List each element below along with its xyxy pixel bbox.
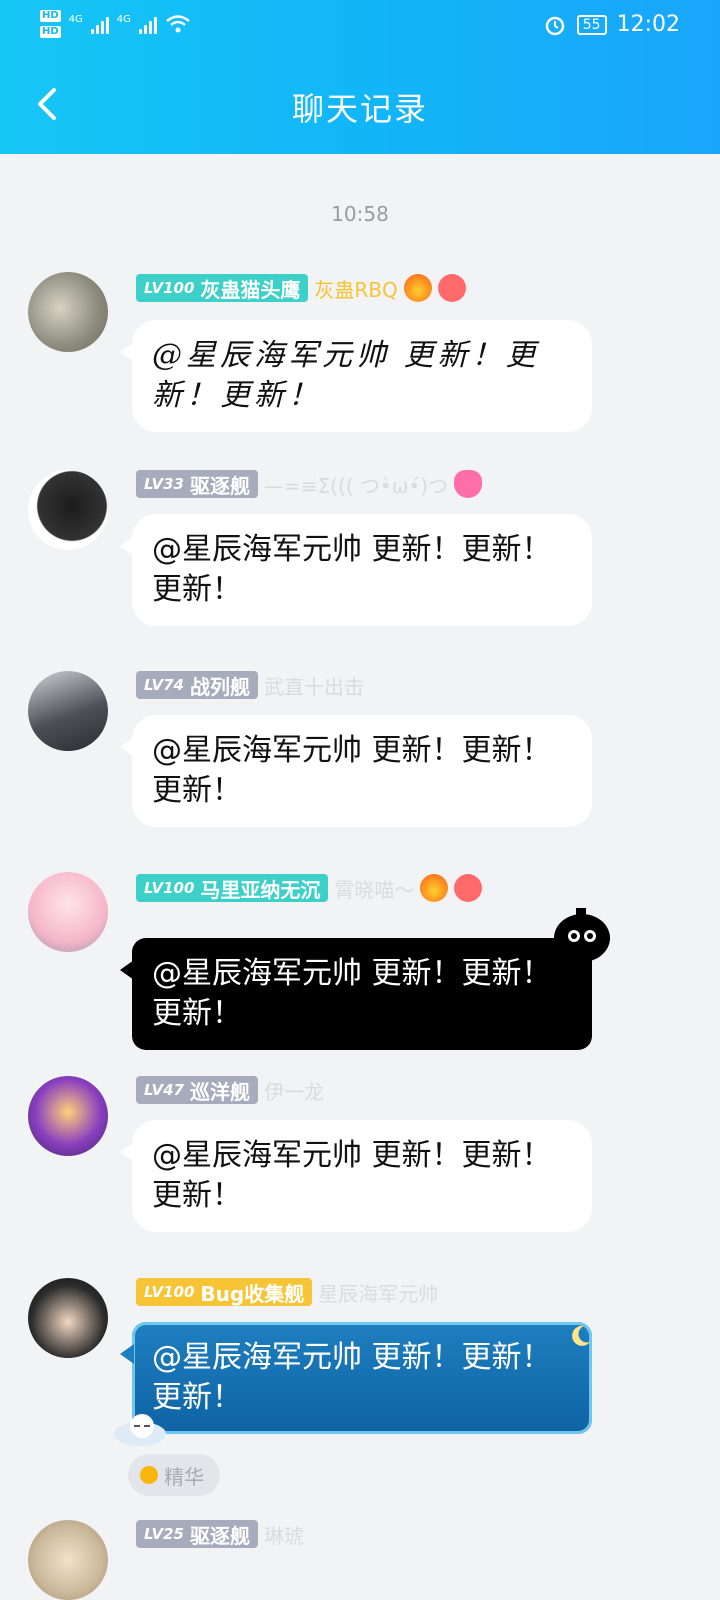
fire-icon [403,274,432,302]
level-badge[interactable]: LV74 战列舰 [136,671,258,699]
avatar[interactable] [28,272,108,352]
member-title: 武直十出击 [263,674,364,699]
avatar[interactable] [28,470,108,550]
level-label: LV47 [144,1081,184,1099]
gem-icon [140,1466,158,1484]
avatar[interactable] [28,1076,108,1156]
message-bubble[interactable]: @星辰海军元帅 更新！更新！更新！ [120,938,592,1050]
moon-icon [572,1325,590,1346]
message-bubble[interactable]: @星辰海军元帅 更新！更新！更新！ [120,514,592,626]
sender-meta: LV100 灰蛊猫头鹰 灰蛊RBQ [136,274,466,302]
battery-icon: 55 [576,14,607,35]
message-bubble[interactable]: @星辰海军元帅 更新！更新！更新！ [120,715,592,827]
avatar[interactable] [28,1278,108,1358]
level-label: LV100 [144,1283,195,1301]
level-label: LV33 [144,475,184,493]
sender-meta: LV100 马里亚纳无沉 霄晓喵～ [136,874,483,902]
level-label: LV100 [144,279,195,297]
level-badge[interactable]: LV100 Bug收集舰 [136,1278,313,1306]
sender-meta: LV74 战列舰 武直十出击 [136,671,364,699]
member-title: 星辰海军元帅 [318,1281,439,1306]
level-badge[interactable]: LV100 灰蛊猫头鹰 [136,274,309,302]
sender-meta: LV47 巡洋舰 伊一龙 [136,1076,324,1104]
member-title: 琳琥 [263,1523,304,1548]
sender-meta: LV25 驱逐舰 琳琥 [136,1520,304,1548]
avatar[interactable] [28,872,108,952]
sender-name: 马里亚纳无沉 [200,877,321,902]
essence-tag[interactable]: 精华 [128,1454,220,1496]
cat-decoration-icon [554,908,610,962]
level-label: LV25 [144,1525,184,1543]
sender-meta: LV33 驱逐舰 —=≡Σ((( つ•̀ω•́)つ [136,470,483,498]
avatar[interactable] [28,671,108,751]
sender-name: 战列舰 [189,674,250,699]
sender-name: 巡洋舰 [189,1079,250,1104]
level-label: LV74 [144,676,184,694]
member-title: —=≡Σ((( つ•̀ω•́)つ [263,473,449,498]
level-badge[interactable]: LV33 驱逐舰 [136,470,258,498]
sender-name: 灰蛊猫头鹰 [200,277,301,302]
top-bar: HD HD 4G 4G 55 12:02 聊天记录 [0,0,720,154]
status-bar: HD HD 4G 4G 55 12:02 [0,0,720,54]
hd-badge: HD [40,10,61,22]
hd-badge: HD [40,26,61,38]
status-left: HD HD 4G 4G [40,10,191,38]
essence-label: 精华 [164,1464,204,1489]
sender-name: 驱逐舰 [189,473,250,498]
member-title: 霄晓喵～ [334,877,415,902]
network-label: 4G [68,13,83,25]
smile-icon [437,274,466,302]
wifi-icon [166,15,190,33]
page-title: 聊天记录 [291,90,428,128]
member-title: 伊一龙 [263,1079,324,1104]
sender-name: Bug收集舰 [200,1281,305,1306]
alarm-icon [545,16,565,35]
level-label: LV100 [144,879,195,897]
message-bubble[interactable]: @星辰海军元帅 更新！更新！更新！ [120,320,592,432]
avatar[interactable] [28,1520,108,1600]
time-separator: 10:58 [331,202,389,226]
sender-name: 驱逐舰 [189,1523,250,1548]
level-badge[interactable]: LV100 马里亚纳无沉 [136,874,329,902]
status-right: 55 12:02 [543,12,680,37]
smile-icon [454,874,483,902]
nav-bar: 聊天记录 [0,60,720,150]
hd-indicators: HD HD [40,10,61,38]
message-bubble[interactable]: @星辰海军元帅 更新！更新！更新！ [120,1120,592,1232]
level-badge[interactable]: LV25 驱逐舰 [136,1520,258,1548]
signal-icon [138,14,157,34]
signal-icon [90,14,109,34]
clock: 12:02 [616,12,680,37]
message-bubble[interactable]: @星辰海军元帅 更新！更新！更新！ [120,1322,592,1434]
heart-icon [454,470,483,498]
sender-meta: LV100 Bug收集舰 星辰海军元帅 [136,1278,438,1306]
network-label: 4G [116,13,131,25]
fire-icon [420,874,449,902]
member-title: 灰蛊RBQ [314,277,398,302]
level-badge[interactable]: LV47 巡洋舰 [136,1076,258,1104]
sleeping-character-icon [114,1414,166,1446]
